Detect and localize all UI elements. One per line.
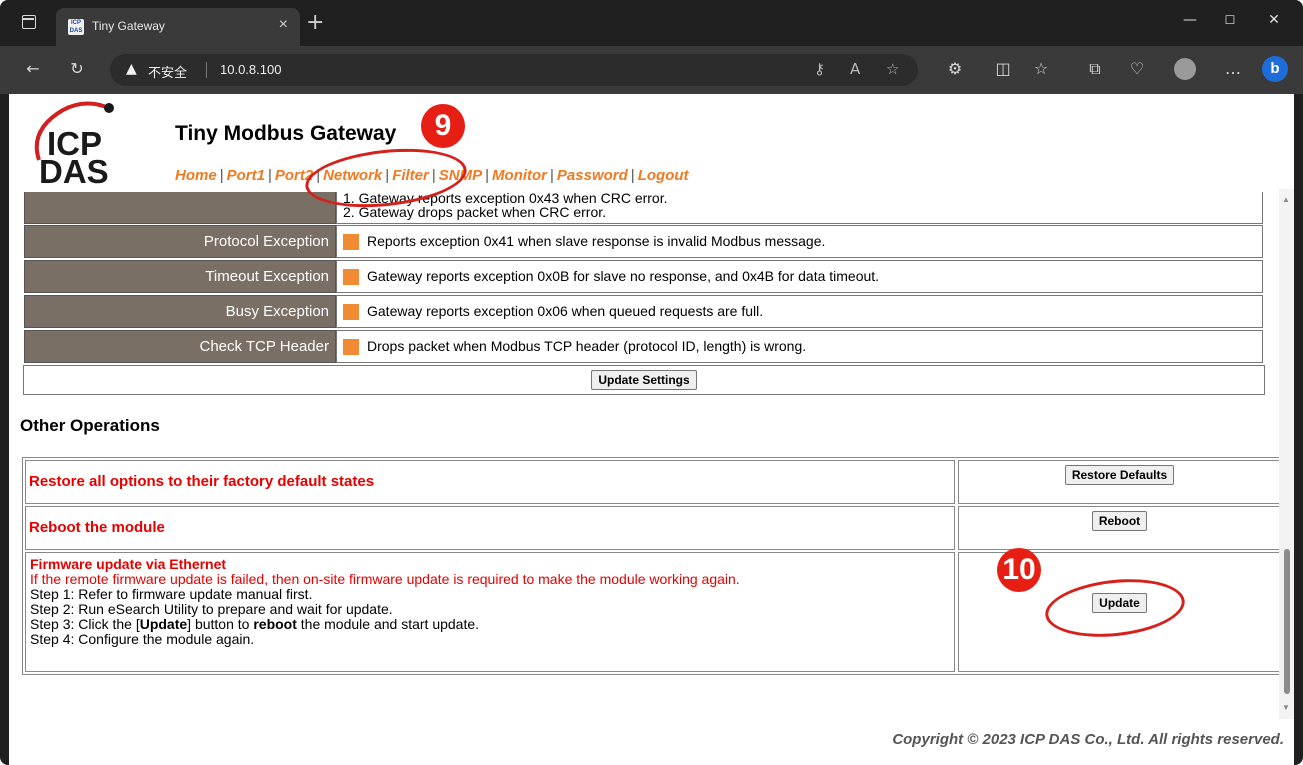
back-icon[interactable]: ← bbox=[22, 58, 44, 80]
setting-value: Gateway reports exception 0x06 when queu… bbox=[336, 295, 1263, 328]
url-box[interactable]: ▲ 不安全 10.0.8.100 ⚷ A ☆ bbox=[110, 54, 918, 86]
callout-number-10: 10 bbox=[997, 548, 1041, 592]
callout-number-9: 9 bbox=[421, 104, 465, 148]
reboot-button-cell: Reboot bbox=[958, 506, 1281, 550]
reboot-description-cell: Reboot the module bbox=[25, 506, 955, 550]
settings-row: Protocol Exception Reports exception 0x4… bbox=[23, 225, 1265, 258]
nav-logout[interactable]: Logout bbox=[638, 167, 689, 184]
favorite-star-icon[interactable]: ☆ bbox=[886, 60, 899, 78]
key-icon[interactable]: ⚷ bbox=[814, 60, 825, 78]
copyright-footer: Copyright © 2023 ICP DAS Co., Ltd. All r… bbox=[892, 731, 1284, 748]
update-settings-row: Update Settings bbox=[23, 365, 1265, 395]
browser-essentials-icon[interactable]: ♡ bbox=[1126, 58, 1148, 80]
firmware-step-4: Step 4: Configure the module again. bbox=[30, 631, 255, 647]
reboot-button[interactable]: Reboot bbox=[1091, 511, 1148, 531]
reboot-description: Reboot the module bbox=[29, 519, 165, 536]
setting-description: Gateway reports exception 0x06 when queu… bbox=[367, 303, 764, 319]
settings-row: Busy Exception Gateway reports exception… bbox=[23, 295, 1265, 328]
scrollbar-thumb[interactable] bbox=[1284, 549, 1290, 694]
favorites-icon[interactable]: ☆ bbox=[1030, 58, 1052, 80]
firmware-warning: If the remote firmware update is failed,… bbox=[30, 571, 740, 587]
warning-icon: ▲ bbox=[126, 61, 137, 77]
nav-home[interactable]: Home bbox=[175, 167, 217, 184]
url-divider bbox=[206, 62, 207, 78]
nav-separator: | bbox=[550, 167, 554, 184]
firmware-description-cell: Firmware update via Ethernet If the remo… bbox=[25, 552, 955, 672]
nav-port1[interactable]: Port1 bbox=[227, 167, 265, 184]
page-title: Tiny Modbus Gateway bbox=[175, 122, 397, 145]
nav-separator: | bbox=[485, 167, 490, 184]
tab-strip: ICP DAS Tiny Gateway × + — ☐ ✕ bbox=[0, 0, 1303, 46]
update-settings-button[interactable]: Update Settings bbox=[591, 370, 697, 390]
crc-option-1: 1. Gateway reports exception 0x43 when C… bbox=[343, 190, 668, 206]
icp-das-logo: ICP DAS bbox=[23, 100, 133, 190]
url-text[interactable]: 10.0.8.100 bbox=[220, 62, 281, 77]
setting-value: Reports exception 0x41 when slave respon… bbox=[336, 225, 1263, 258]
page-viewport: 1. Gateway reports exception 0x43 when C… bbox=[9, 94, 1294, 765]
restore-defaults-button[interactable]: Restore Defaults bbox=[1064, 465, 1175, 485]
setting-value: Drops packet when Modbus TCP header (pro… bbox=[336, 330, 1263, 363]
minimize-icon[interactable]: — bbox=[1170, 6, 1210, 34]
tab-actions-icon[interactable] bbox=[22, 15, 36, 29]
close-window-icon[interactable]: ✕ bbox=[1254, 6, 1294, 34]
maximize-icon[interactable]: ☐ bbox=[1210, 6, 1250, 34]
split-screen-icon[interactable]: ◫ bbox=[992, 58, 1014, 80]
more-menu-icon[interactable]: … bbox=[1222, 58, 1244, 80]
browser-window: ICP DAS Tiny Gateway × + — ☐ ✕ ← ↻ ▲ 不安全 … bbox=[0, 0, 1303, 765]
setting-description: Drops packet when Modbus TCP header (pro… bbox=[367, 338, 807, 354]
nav-monitor[interactable]: Monitor bbox=[492, 167, 547, 184]
read-aloud-icon[interactable]: A bbox=[850, 60, 860, 78]
firmware-title: Firmware update via Ethernet bbox=[30, 556, 227, 572]
refresh-icon[interactable]: ↻ bbox=[66, 58, 88, 80]
nav-separator: | bbox=[630, 167, 635, 184]
firmware-step-2: Step 2: Run eSearch Utility to prepare a… bbox=[30, 601, 393, 617]
setting-label: Check TCP Header bbox=[24, 330, 336, 363]
setting-label: Busy Exception bbox=[24, 295, 336, 328]
setting-label: Protocol Exception bbox=[24, 225, 336, 258]
tab-title: Tiny Gateway bbox=[92, 19, 165, 33]
checkbox[interactable] bbox=[343, 304, 359, 321]
nav-separator: | bbox=[267, 167, 272, 184]
logo-line2: DAS bbox=[39, 153, 109, 184]
security-label[interactable]: 不安全 bbox=[148, 62, 187, 81]
other-operations-heading: Other Operations bbox=[20, 416, 160, 435]
setting-description: Reports exception 0x41 when slave respon… bbox=[367, 233, 826, 249]
extensions-icon[interactable]: ⚙ bbox=[944, 58, 966, 80]
checkbox[interactable] bbox=[343, 269, 359, 286]
firmware-step-3: Step 3: Click the [Update] button to reb… bbox=[30, 616, 480, 632]
checkbox[interactable] bbox=[343, 339, 359, 356]
tab-close-icon[interactable]: × bbox=[279, 17, 288, 33]
favicon-icon: ICP DAS bbox=[68, 19, 84, 35]
bing-chat-icon[interactable]: b bbox=[1262, 56, 1288, 82]
scrollbar[interactable]: ▲ ▼ bbox=[1279, 189, 1294, 719]
nav-separator: | bbox=[219, 167, 224, 184]
setting-value: Gateway reports exception 0x0B for slave… bbox=[336, 260, 1263, 293]
checkbox[interactable] bbox=[343, 234, 359, 251]
settings-row: Timeout Exception Gateway reports except… bbox=[23, 260, 1265, 293]
new-tab-icon[interactable]: + bbox=[306, 12, 324, 34]
browser-tab[interactable]: ICP DAS Tiny Gateway × bbox=[56, 8, 300, 46]
page-header: ICP DAS Tiny Modbus Gateway Home | Port1 | P… bbox=[9, 94, 1279, 192]
restore-button-cell: Restore Defaults bbox=[958, 460, 1281, 504]
nav-password[interactable]: Password bbox=[557, 167, 628, 184]
setting-description: Gateway reports exception 0x0B for slave… bbox=[367, 268, 880, 284]
crc-option-2: 2. Gateway drops packet when CRC error. bbox=[343, 204, 607, 220]
restore-description-cell: Restore all options to their factory def… bbox=[25, 460, 955, 504]
firmware-step-1: Step 1: Refer to firmware update manual … bbox=[30, 586, 313, 602]
setting-label: Timeout Exception bbox=[24, 260, 336, 293]
address-bar-row: ← ↻ ▲ 不安全 10.0.8.100 ⚷ A ☆ ⚙ ◫ ☆ ⧉ ♡ … b bbox=[0, 46, 1303, 94]
scroll-down-icon[interactable]: ▼ bbox=[1282, 703, 1290, 712]
operations-table: Restore all options to their factory def… bbox=[22, 457, 1284, 675]
profile-avatar[interactable] bbox=[1174, 58, 1196, 80]
collections-icon[interactable]: ⧉ bbox=[1084, 58, 1106, 80]
settings-row: Check TCP Header Drops packet when Modbu… bbox=[23, 330, 1265, 363]
scroll-up-icon[interactable]: ▲ bbox=[1282, 195, 1290, 204]
restore-description: Restore all options to their factory def… bbox=[29, 473, 375, 490]
